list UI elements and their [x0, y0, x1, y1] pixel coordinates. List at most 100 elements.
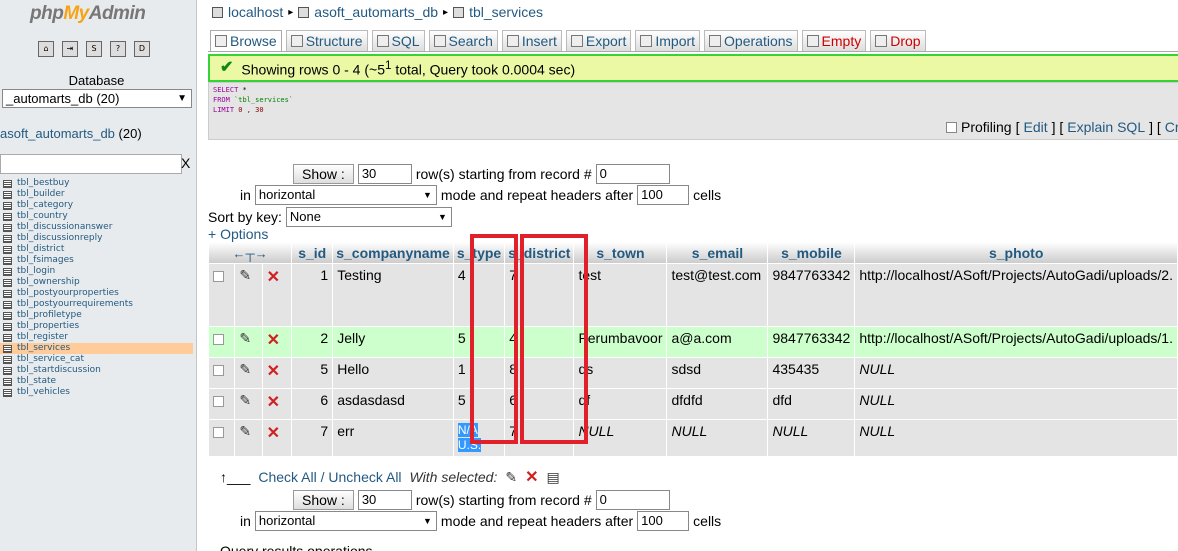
show-button[interactable]: Show : — [293, 164, 354, 184]
table-icon[interactable] — [3, 201, 12, 210]
table-icon[interactable] — [3, 179, 12, 188]
table-name[interactable]: tbl_ownership — [17, 277, 80, 288]
pencil-icon[interactable]: ✎ — [239, 423, 251, 439]
table-cell[interactable]: 9847763342 — [768, 264, 855, 326]
sidebar-table-item[interactable]: tbl_discussionreply — [0, 233, 193, 244]
docs-icon[interactable]: D — [134, 41, 150, 57]
table-cell[interactable]: NULL — [855, 389, 1177, 419]
table-name[interactable]: tbl_country — [17, 211, 68, 222]
table-name[interactable]: tbl_postyourrequirements — [17, 299, 133, 310]
sidebar-table-item[interactable]: tbl_bestbuy — [0, 178, 193, 189]
table-name[interactable]: tbl_builder — [17, 189, 65, 200]
sidebar-table-item[interactable]: tbl_startdiscussion — [0, 365, 193, 376]
column-header[interactable]: s_mobile — [768, 242, 855, 263]
table-cell[interactable]: 5 — [292, 358, 333, 388]
table-cell[interactable]: NULL — [768, 420, 855, 456]
table-name[interactable]: tbl_services — [17, 343, 70, 354]
rows-input[interactable]: 30 — [357, 164, 412, 184]
table-name[interactable]: tbl_district — [17, 244, 64, 255]
sidebar-table-item[interactable]: tbl_state — [0, 376, 193, 387]
start-record-input[interactable]: 0 — [595, 164, 670, 184]
table-cell[interactable]: NULL — [574, 420, 667, 456]
sidebar-table-item[interactable]: tbl_discussionanswer — [0, 222, 193, 233]
sidebar-table-item[interactable]: tbl_country — [0, 211, 193, 222]
sidebar-table-item[interactable]: tbl_ownership — [0, 277, 193, 288]
exit-icon[interactable]: ⇥ — [62, 41, 78, 57]
table-icon[interactable] — [3, 267, 12, 276]
sidebar-table-item[interactable]: tbl_postyourproperties — [0, 288, 193, 299]
sidebar-table-item[interactable]: tbl_login — [0, 266, 193, 277]
pencil-icon[interactable]: ✎ — [239, 392, 251, 408]
column-header[interactable]: s_town — [574, 242, 667, 263]
delete-icon[interactable]: ✕ — [267, 425, 280, 442]
sql-query-icon[interactable]: S — [86, 41, 102, 57]
table-cell[interactable]: 9847763342 — [768, 327, 855, 357]
pencil-icon[interactable]: ✎ — [239, 361, 251, 377]
tab-operations[interactable]: Operations — [704, 30, 798, 51]
delete-icon[interactable]: ✕ — [267, 332, 280, 349]
table-name[interactable]: tbl_state — [17, 376, 56, 387]
table-cell[interactable]: Testing — [333, 264, 453, 326]
tab-structure[interactable]: Structure — [285, 30, 368, 51]
table-cell[interactable]: a@a.com — [667, 327, 768, 357]
delete-icon[interactable]: ✕ — [525, 467, 538, 487]
delete-icon[interactable]: ✕ — [267, 363, 280, 380]
uncheck-all-link[interactable]: Uncheck All — [328, 469, 401, 485]
breadcrumb-table[interactable]: tbl_services — [469, 4, 543, 20]
help-icon[interactable]: ? — [110, 41, 126, 57]
sort-key-select[interactable]: None ▼ — [285, 207, 452, 227]
repeat-headers-input[interactable]: 100 — [637, 185, 690, 205]
profiling-checkbox[interactable] — [946, 121, 957, 133]
table-cell[interactable]: http://localhost/ASoft/Projects/AutoGadi… — [855, 264, 1177, 326]
delete-icon[interactable]: ✕ — [267, 269, 280, 286]
start-record-input[interactable]: 0 — [595, 490, 670, 510]
table-icon[interactable] — [3, 256, 12, 265]
row-checkbox[interactable] — [213, 427, 224, 438]
table-icon[interactable] — [3, 245, 12, 254]
sidebar-table-item[interactable]: tbl_profiletype — [0, 310, 193, 321]
create-php-code-link[interactable]: Cre — [1165, 119, 1178, 135]
table-icon[interactable] — [3, 333, 12, 342]
table-cell[interactable]: NULL — [667, 420, 768, 456]
home-icon[interactable]: ⌂ — [38, 41, 54, 57]
tab-empty[interactable]: Empty — [801, 30, 867, 51]
table-cell[interactable]: 6 — [292, 389, 333, 419]
tab-drop[interactable]: Drop — [870, 30, 926, 51]
table-icon[interactable] — [3, 289, 12, 298]
table-icon[interactable] — [3, 355, 12, 364]
table-cell[interactable]: df — [574, 389, 667, 419]
table-name[interactable]: tbl_fsimages — [17, 255, 74, 266]
table-icon[interactable] — [3, 223, 12, 232]
table-name[interactable]: tbl_discussionanswer — [17, 222, 112, 233]
table-cell[interactable]: Perumbavoor — [574, 327, 667, 357]
column-header[interactable]: s_email — [667, 242, 768, 263]
table-icon[interactable] — [3, 278, 12, 287]
export-icon[interactable]: ▤ — [547, 469, 560, 486]
repeat-headers-input[interactable]: 100 — [637, 511, 690, 531]
sidebar-table-item[interactable]: tbl_vehicles — [0, 387, 193, 398]
table-cell[interactable]: 2 — [292, 327, 333, 357]
table-filter-input[interactable] — [0, 154, 182, 174]
row-checkbox[interactable] — [213, 396, 224, 407]
row-checkbox[interactable] — [213, 365, 224, 376]
row-checkbox[interactable] — [213, 334, 224, 345]
table-cell[interactable]: Hello — [333, 358, 453, 388]
table-name[interactable]: tbl_properties — [17, 321, 79, 332]
database-title-link[interactable]: asoft_automarts_db (20) — [0, 126, 142, 141]
sidebar-table-item[interactable]: tbl_service_cat — [0, 354, 193, 365]
table-icon[interactable] — [3, 377, 12, 386]
table-cell[interactable]: asdasdasd — [333, 389, 453, 419]
column-header[interactable]: s_photo — [855, 242, 1177, 263]
pencil-icon[interactable]: ✎ — [239, 267, 251, 283]
tab-insert[interactable]: Insert — [501, 30, 562, 51]
breadcrumb-database[interactable]: asoft_automarts_db — [314, 4, 438, 20]
sidebar-table-item[interactable]: tbl_postyourrequirements — [0, 299, 193, 310]
tab-browse[interactable]: Browse — [210, 30, 282, 51]
sidebar-table-item[interactable]: tbl_fsimages — [0, 255, 193, 266]
phpmyadmin-logo[interactable]: phpMyAdmin — [30, 3, 146, 25]
sidebar-table-item[interactable]: tbl_services — [0, 343, 193, 354]
table-name[interactable]: tbl_profiletype — [17, 310, 82, 321]
sidebar-table-item[interactable]: tbl_builder — [0, 189, 193, 200]
explain-sql-link[interactable]: Explain SQL — [1067, 119, 1145, 135]
table-name[interactable]: tbl_service_cat — [17, 354, 84, 365]
